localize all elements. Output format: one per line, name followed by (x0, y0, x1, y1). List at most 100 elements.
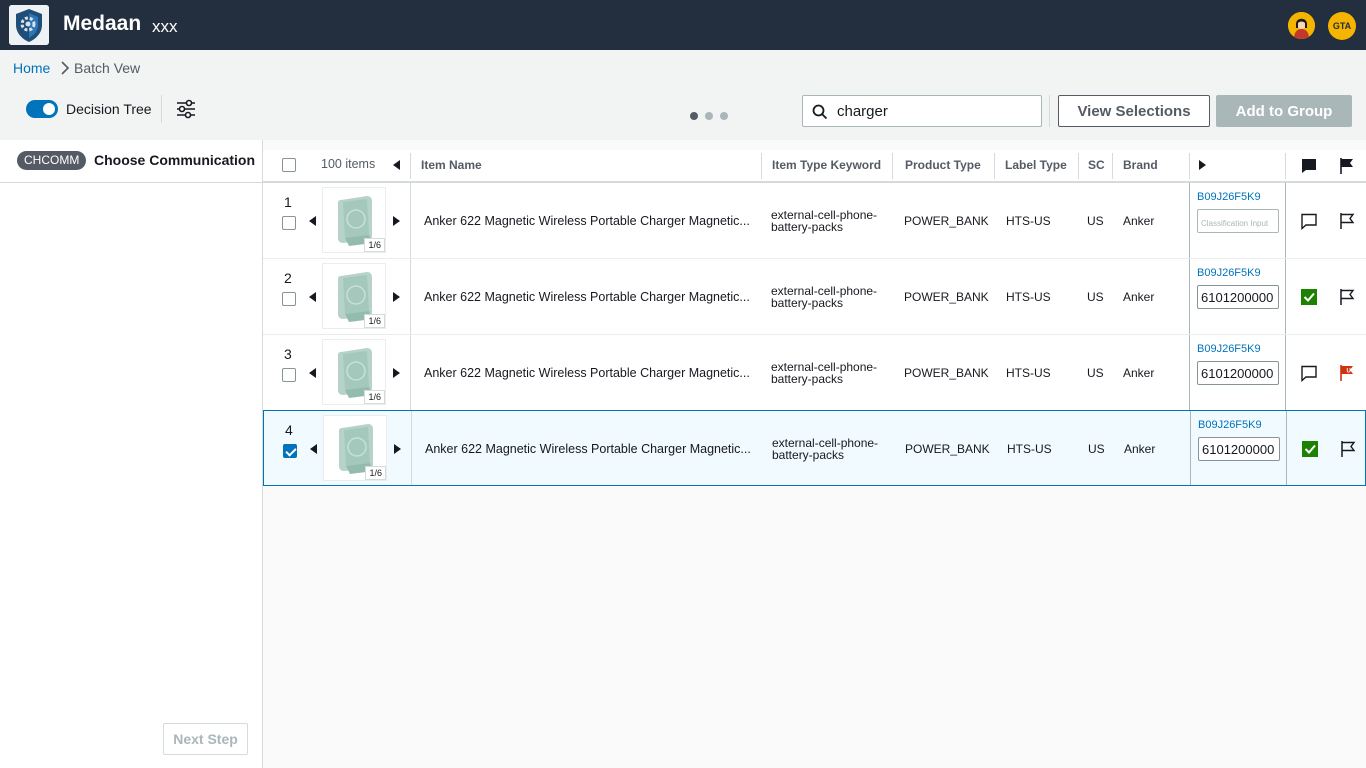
product-type: POWER_BANK (904, 290, 989, 304)
image-counter: 1/6 (364, 238, 385, 252)
caret-right-icon[interactable] (1199, 160, 1206, 170)
row-number: 1 (284, 194, 292, 210)
communication-code-badge: CHCOMM (17, 151, 87, 170)
flag-header-icon[interactable] (1338, 157, 1356, 175)
user-avatar-icon[interactable] (1288, 12, 1315, 39)
product-thumbnail[interactable]: 1/6 (323, 415, 387, 481)
brand: Anker (1123, 290, 1155, 304)
classification-input[interactable] (1197, 285, 1279, 309)
flag-icon[interactable] (1338, 212, 1356, 230)
row-select-checkbox[interactable] (282, 368, 296, 382)
search-box (802, 95, 1042, 127)
communication-panel-title: Choose Communication (94, 152, 256, 168)
table-row[interactable]: 1 1/6 Anker 622 Magnetic Wireless Portable… (263, 183, 1366, 259)
row-number: 3 (284, 346, 292, 362)
view-selections-button[interactable]: View Selections (1058, 95, 1210, 127)
item-name[interactable]: Anker 622 Magnetic Wireless Portable Cha… (424, 214, 750, 228)
flag-icon[interactable] (1339, 440, 1357, 458)
column-divider (410, 335, 411, 410)
org-badge-avatar[interactable]: GTA (1328, 12, 1356, 40)
column-divider (411, 411, 412, 485)
pagination-dots (690, 107, 735, 125)
svg-text:U: U (1347, 369, 1351, 375)
asin-link[interactable]: B09J26F5K9 (1197, 267, 1261, 279)
column-header-sc[interactable]: SC (1088, 158, 1105, 172)
flag-icon[interactable] (1338, 288, 1356, 306)
column-divider (1189, 153, 1190, 179)
asin-link[interactable]: B09J26F5K9 (1197, 343, 1261, 355)
comment-icon[interactable] (1300, 212, 1318, 230)
previous-image-icon[interactable] (309, 368, 316, 378)
item-name[interactable]: Anker 622 Magnetic Wireless Portable Cha… (425, 442, 751, 456)
brand: Anker (1124, 442, 1156, 456)
classification-input[interactable] (1197, 361, 1279, 385)
top-navigation-bar: Medaan xxx GTA (0, 0, 1366, 50)
table-row[interactable]: 4 1/6 Anker 622 Magnetic Wireless Portable… (263, 410, 1366, 486)
comment-icon[interactable] (1300, 364, 1318, 382)
product-type: POWER_BANK (905, 442, 990, 456)
app-subtitle: xxx (152, 17, 178, 36)
product-thumbnail[interactable]: 1/6 (322, 187, 386, 253)
row-select-checkbox[interactable] (282, 216, 296, 230)
comment-header-icon[interactable] (1300, 157, 1318, 175)
previous-image-icon[interactable] (310, 444, 317, 454)
search-input[interactable] (837, 101, 1037, 121)
flagged-red-icon[interactable]: U (1338, 364, 1356, 382)
toolbar: Decision Tree View Selections Add to Gro… (0, 83, 1366, 140)
column-header-label-type[interactable]: Label Type (1005, 158, 1067, 172)
brand: Anker (1123, 366, 1155, 380)
next-image-icon[interactable] (394, 444, 401, 454)
product-thumbnail[interactable]: 1/6 (322, 339, 386, 405)
breadcrumb-current: Batch Vew (74, 60, 141, 76)
column-header-product-type[interactable]: Product Type (905, 158, 981, 172)
classification-input[interactable] (1198, 437, 1280, 461)
breadcrumb: Home Batch Vew (0, 50, 1366, 83)
pagination-dot[interactable] (720, 112, 728, 120)
label-type: HTS-US (1006, 290, 1051, 304)
caret-left-icon[interactable] (393, 160, 400, 170)
next-image-icon[interactable] (393, 368, 400, 378)
previous-image-icon[interactable] (309, 292, 316, 302)
previous-image-icon[interactable] (309, 216, 316, 226)
decision-tree-toggle[interactable] (26, 100, 58, 118)
item-name[interactable]: Anker 622 Magnetic Wireless Portable Cha… (424, 290, 750, 304)
pagination-dot[interactable] (690, 112, 698, 120)
column-divider (1189, 259, 1190, 334)
item-name[interactable]: Anker 622 Magnetic Wireless Portable Cha… (424, 366, 750, 380)
next-step-button[interactable]: Next Step (163, 723, 248, 755)
asin-link[interactable]: B09J26F5K9 (1197, 191, 1261, 203)
app-logo-icon[interactable] (9, 5, 49, 45)
row-select-checkbox[interactable] (283, 444, 297, 458)
row-select-checkbox[interactable] (282, 292, 296, 306)
filter-settings-icon[interactable] (175, 98, 197, 120)
image-counter: 1/6 (364, 390, 385, 404)
sc-code: US (1088, 442, 1105, 456)
table-header: 100 items Item Name Item Type Keyword Pr… (263, 150, 1366, 183)
classification-input[interactable] (1197, 209, 1279, 233)
column-divider (1285, 183, 1286, 258)
column-divider (1285, 153, 1286, 179)
item-count: 100 items (321, 157, 376, 171)
next-image-icon[interactable] (393, 216, 400, 226)
column-divider (410, 183, 411, 258)
product-thumbnail[interactable]: 1/6 (322, 263, 386, 329)
sc-code: US (1087, 290, 1104, 304)
table-row[interactable]: 3 1/6 Anker 622 Magnetic Wireless Portable… (263, 335, 1366, 411)
comment-resolved-icon[interactable] (1300, 288, 1318, 306)
column-header-brand[interactable]: Brand (1123, 158, 1158, 172)
item-type-keyword: external-cell-phone-battery-packs (771, 284, 878, 310)
communication-panel-header: CHCOMM Choose Communication (0, 140, 262, 183)
app-title: Medaan (63, 12, 142, 35)
next-image-icon[interactable] (393, 292, 400, 302)
asin-link[interactable]: B09J26F5K9 (1198, 419, 1262, 431)
add-to-group-button[interactable]: Add to Group (1216, 95, 1352, 127)
item-type-keyword: external-cell-phone-battery-packs (771, 208, 878, 234)
chevron-right-icon (61, 61, 70, 75)
pagination-dot[interactable] (705, 112, 713, 120)
comment-resolved-icon[interactable] (1301, 440, 1319, 458)
column-header-item-name[interactable]: Item Name (421, 158, 482, 172)
table-row[interactable]: 2 1/6 Anker 622 Magnetic Wireless Portable… (263, 259, 1366, 335)
select-all-checkbox[interactable] (282, 158, 296, 172)
breadcrumb-home-link[interactable]: Home (13, 60, 50, 76)
column-header-item-type-keyword[interactable]: Item Type Keyword (772, 158, 881, 172)
